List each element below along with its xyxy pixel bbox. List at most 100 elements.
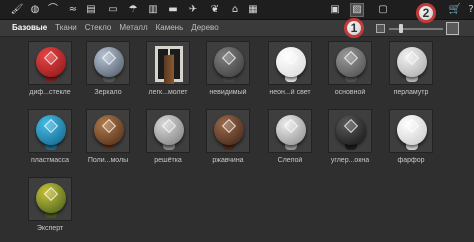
slider-handle[interactable] <box>399 24 403 33</box>
material-thumbnail[interactable] <box>146 41 190 85</box>
material-sphere-preview <box>214 47 244 77</box>
emblem-icon <box>101 118 117 134</box>
emblem-icon <box>43 50 59 66</box>
emblem-icon <box>343 50 359 66</box>
tab-glass[interactable]: Стекло <box>85 23 112 32</box>
material-sphere-preview <box>154 115 184 145</box>
material-label: Зеркало <box>94 89 122 96</box>
material-item[interactable]: углер...окна <box>322 109 378 177</box>
material-thumbnail[interactable] <box>28 177 72 221</box>
material-thumbnail[interactable] <box>28 109 72 153</box>
material-sphere-preview <box>276 47 306 77</box>
paint-roller-icon[interactable]: 🖌 <box>10 3 24 17</box>
emblem-icon <box>283 50 299 66</box>
material-thumbnail[interactable] <box>206 41 250 85</box>
lamp-icon[interactable]: ⌒ <box>46 3 60 17</box>
emblem-icon <box>404 118 420 134</box>
image-icon[interactable]: ▨ <box>350 3 364 17</box>
emblem-icon <box>221 50 237 66</box>
material-thumbnail[interactable] <box>146 109 190 153</box>
material-item[interactable]: Поли...молы <box>80 109 136 177</box>
tab-fabrics[interactable]: Ткани <box>55 23 77 32</box>
emblem-icon <box>161 118 177 134</box>
material-item[interactable]: Зеркало <box>80 41 136 109</box>
callout-1: 1 <box>344 18 364 38</box>
material-thumbnail[interactable] <box>389 41 433 85</box>
material-label: Эксперт <box>36 225 64 232</box>
help-icon[interactable]: ? <box>464 3 474 17</box>
material-label: решётка <box>154 157 182 164</box>
material-item[interactable]: основной <box>322 41 378 109</box>
emblem-icon <box>43 186 59 202</box>
stripes-icon[interactable]: ▤ <box>84 3 98 17</box>
category-toolbar: 🖌 ◍ ⌒ ≈ ▤ ▭ ☂ ▥ ▬ ✈ ❦ ⌂ ▦ ▣ ▨ ▢ 🛒? <box>0 0 474 20</box>
material-thumbnail[interactable] <box>268 41 312 85</box>
material-label: перламутр <box>393 89 429 96</box>
material-label: основной <box>334 89 366 96</box>
material-thumbnail[interactable] <box>86 109 130 153</box>
emblem-icon <box>43 118 59 134</box>
emblem-icon <box>283 118 299 134</box>
sofa-icon[interactable]: ▭ <box>106 3 120 17</box>
material-thumbnail[interactable] <box>328 41 372 85</box>
material-sphere-preview <box>94 115 124 145</box>
material-item[interactable]: пластмасса <box>22 109 78 177</box>
window-icon[interactable]: ▣ <box>328 3 342 17</box>
material-item[interactable]: перламутр <box>383 41 439 109</box>
material-thumbnail[interactable] <box>389 109 433 153</box>
material-label: пластмасса <box>30 157 70 164</box>
material-label: фарфор <box>397 157 425 164</box>
material-grid: диф...стекле Зеркало легк...молет невидимый… <box>0 37 474 242</box>
tab-metal[interactable]: Металл <box>119 23 147 32</box>
emblem-icon <box>221 118 237 134</box>
wave-icon[interactable]: ≈ <box>66 3 80 17</box>
folder-icon[interactable]: ▢ <box>376 3 390 17</box>
material-thumbnail[interactable] <box>86 41 130 85</box>
bird-icon[interactable]: ✈ <box>186 3 200 17</box>
material-item[interactable]: невидимый <box>200 41 256 109</box>
book-icon[interactable]: ▥ <box>146 3 160 17</box>
material-item[interactable]: фарфор <box>383 109 439 177</box>
tab-basic[interactable]: Базовые <box>12 23 47 32</box>
material-sphere-preview <box>36 183 66 213</box>
emblem-icon <box>404 50 420 66</box>
tab-wood[interactable]: Дерево <box>191 23 218 32</box>
material-item[interactable]: ржавчина <box>200 109 256 177</box>
material-label: ржавчина <box>212 157 244 164</box>
emblem-icon <box>343 118 359 134</box>
material-item[interactable]: диф...стекле <box>22 41 78 109</box>
material-sphere-preview <box>36 115 66 145</box>
tab-stone[interactable]: Камень <box>156 23 184 32</box>
material-label: неон...й свет <box>269 89 311 96</box>
small-thumbnails-icon[interactable] <box>376 24 385 33</box>
material-thumbnail[interactable] <box>328 109 372 153</box>
material-item[interactable]: легк...молет <box>140 41 196 109</box>
callout-2: 2 <box>416 3 436 23</box>
material-sphere-preview <box>276 115 306 145</box>
materials-icon[interactable]: ◍ <box>28 3 42 17</box>
material-item[interactable]: неон...й свет <box>262 41 318 109</box>
material-sphere-preview <box>36 47 66 77</box>
material-sphere-preview <box>336 115 366 145</box>
material-thumbnail[interactable] <box>28 41 72 85</box>
material-thumbnail[interactable] <box>206 109 250 153</box>
material-item[interactable]: решётка <box>140 109 196 177</box>
emblem-icon <box>101 50 117 66</box>
shelf-icon[interactable]: ▦ <box>246 3 260 17</box>
material-sphere-preview <box>214 115 244 145</box>
thumbnail-size-slider[interactable] <box>389 28 443 30</box>
material-label: углер...окна <box>330 157 370 164</box>
car-icon[interactable]: ▬ <box>166 3 180 17</box>
material-item[interactable]: Эксперт <box>22 177 78 242</box>
large-thumbnails-icon[interactable] <box>446 22 459 35</box>
cart-icon[interactable]: 🛒 <box>448 3 462 17</box>
material-sphere-preview <box>336 47 366 77</box>
leaf-icon[interactable]: ❦ <box>208 3 222 17</box>
material-item[interactable]: Слепой <box>262 109 318 177</box>
material-thumbnail[interactable] <box>268 109 312 153</box>
material-label: легк...молет <box>148 89 188 96</box>
scene-icon[interactable]: ⌂ <box>228 3 242 17</box>
lamp-stand-icon[interactable]: ☂ <box>126 3 140 17</box>
material-sphere-preview <box>397 115 427 145</box>
material-label: диф...стекле <box>29 89 71 96</box>
